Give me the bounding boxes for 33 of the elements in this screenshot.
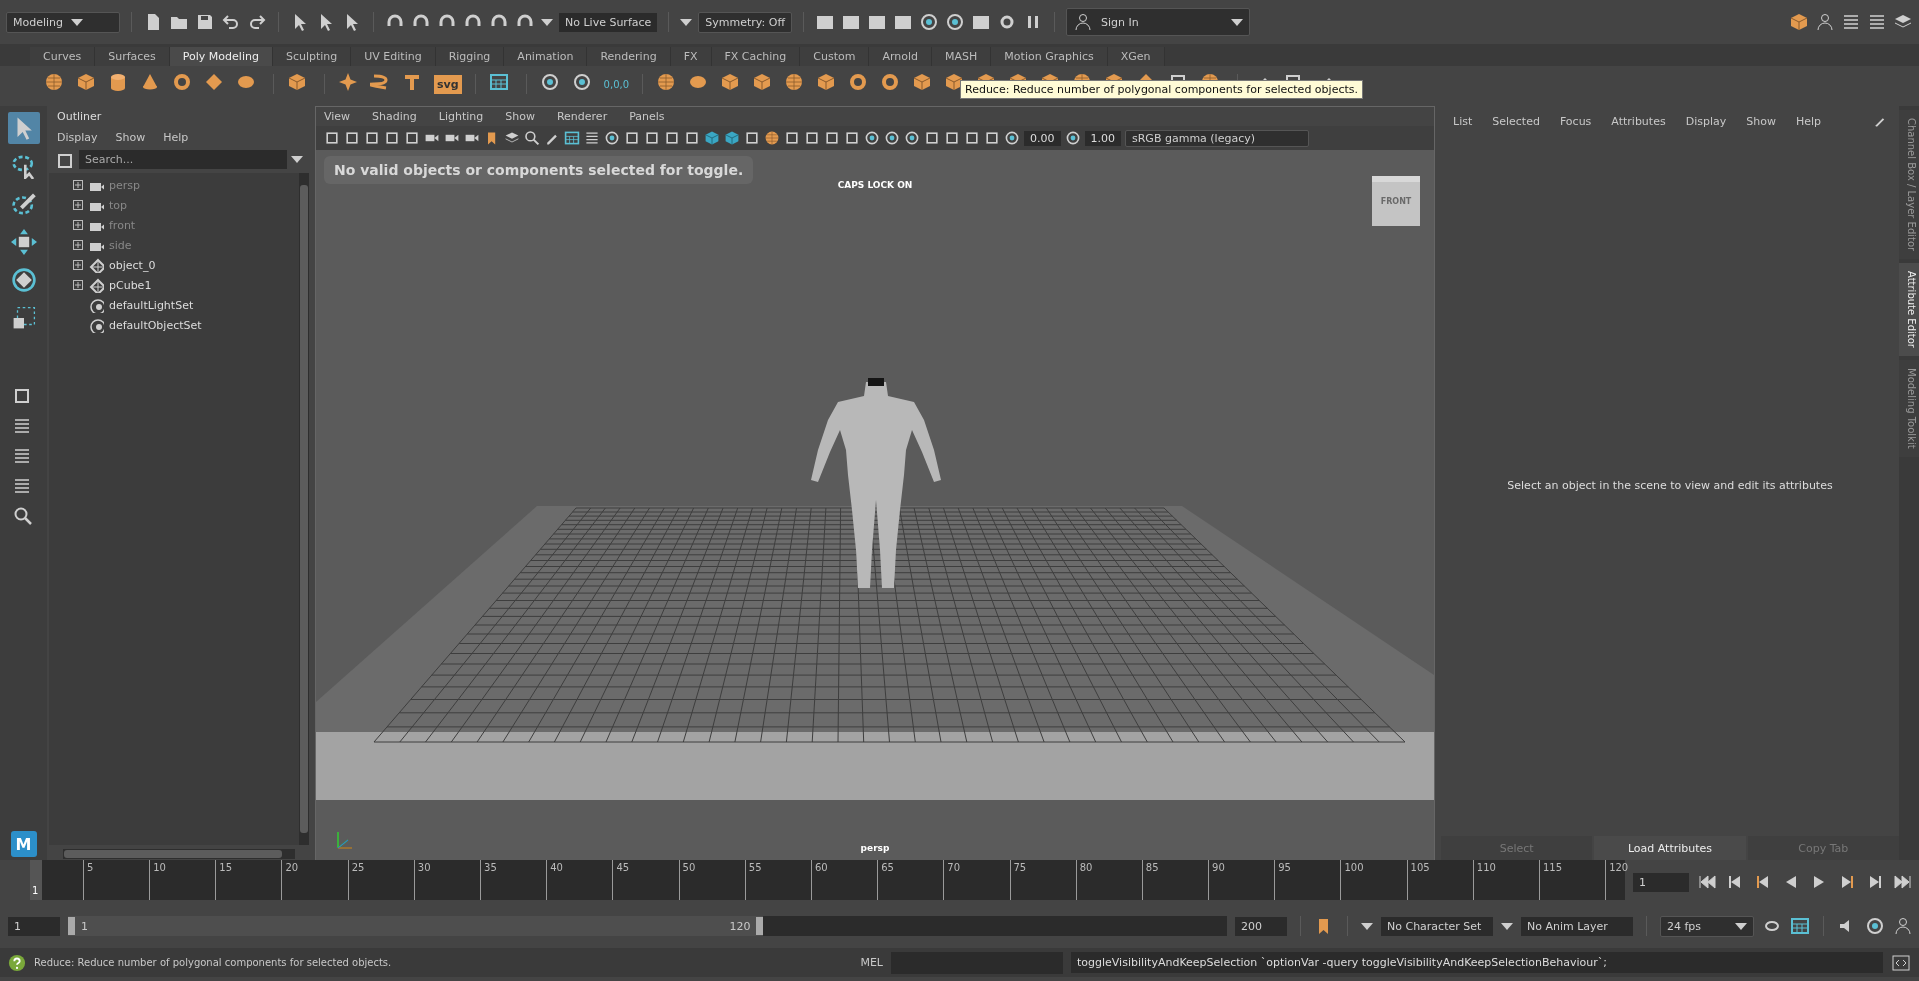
- current-frame-label: 1: [32, 885, 39, 896]
- frame-number: 20: [285, 862, 299, 873]
- tooltip: Reduce: Reduce number of polygonal components for selected objects.: [960, 80, 1363, 99]
- frame-number: 10: [153, 862, 166, 873]
- frame-number: 85: [1145, 862, 1159, 873]
- frame-number: 100: [1344, 862, 1364, 873]
- frame-number: 45: [616, 862, 630, 873]
- camera-label: persp: [860, 843, 890, 853]
- frame-number: 105: [1410, 862, 1430, 873]
- range-start-label: 1: [80, 919, 89, 933]
- frame-number: 115: [1542, 862, 1563, 873]
- frame-number: 80: [1079, 862, 1093, 873]
- frame-number: 15: [219, 862, 233, 873]
- frame-number: 60: [814, 862, 828, 873]
- frame-number: 50: [682, 862, 696, 873]
- frame-number: 95: [1278, 862, 1291, 873]
- range-end-label: 120: [728, 919, 752, 933]
- frame-number: 5: [86, 862, 94, 873]
- caps-lock-label: CAPS LOCK ON: [837, 180, 913, 190]
- frame-number: 25: [351, 862, 365, 873]
- frame-number: 65: [881, 862, 894, 873]
- logo: M: [10, 831, 37, 857]
- viewport-message: No valid objects or components selected for toggle.: [324, 156, 754, 184]
- frame-number: 90: [1212, 862, 1225, 873]
- empty-message: Select an object in the scene to view and edit its attributes: [1507, 478, 1833, 492]
- frame-number: 70: [947, 862, 961, 873]
- frame-number: 40: [550, 862, 563, 873]
- frame-number: 55: [748, 862, 762, 873]
- frame-number: 75: [1013, 862, 1027, 873]
- frame-number: 110: [1476, 862, 1496, 873]
- frame-number: 30: [417, 862, 431, 873]
- help-line-text: Reduce: Reduce number of polygonal components for selected objects.: [34, 957, 393, 968]
- frame-number: 35: [484, 862, 497, 873]
